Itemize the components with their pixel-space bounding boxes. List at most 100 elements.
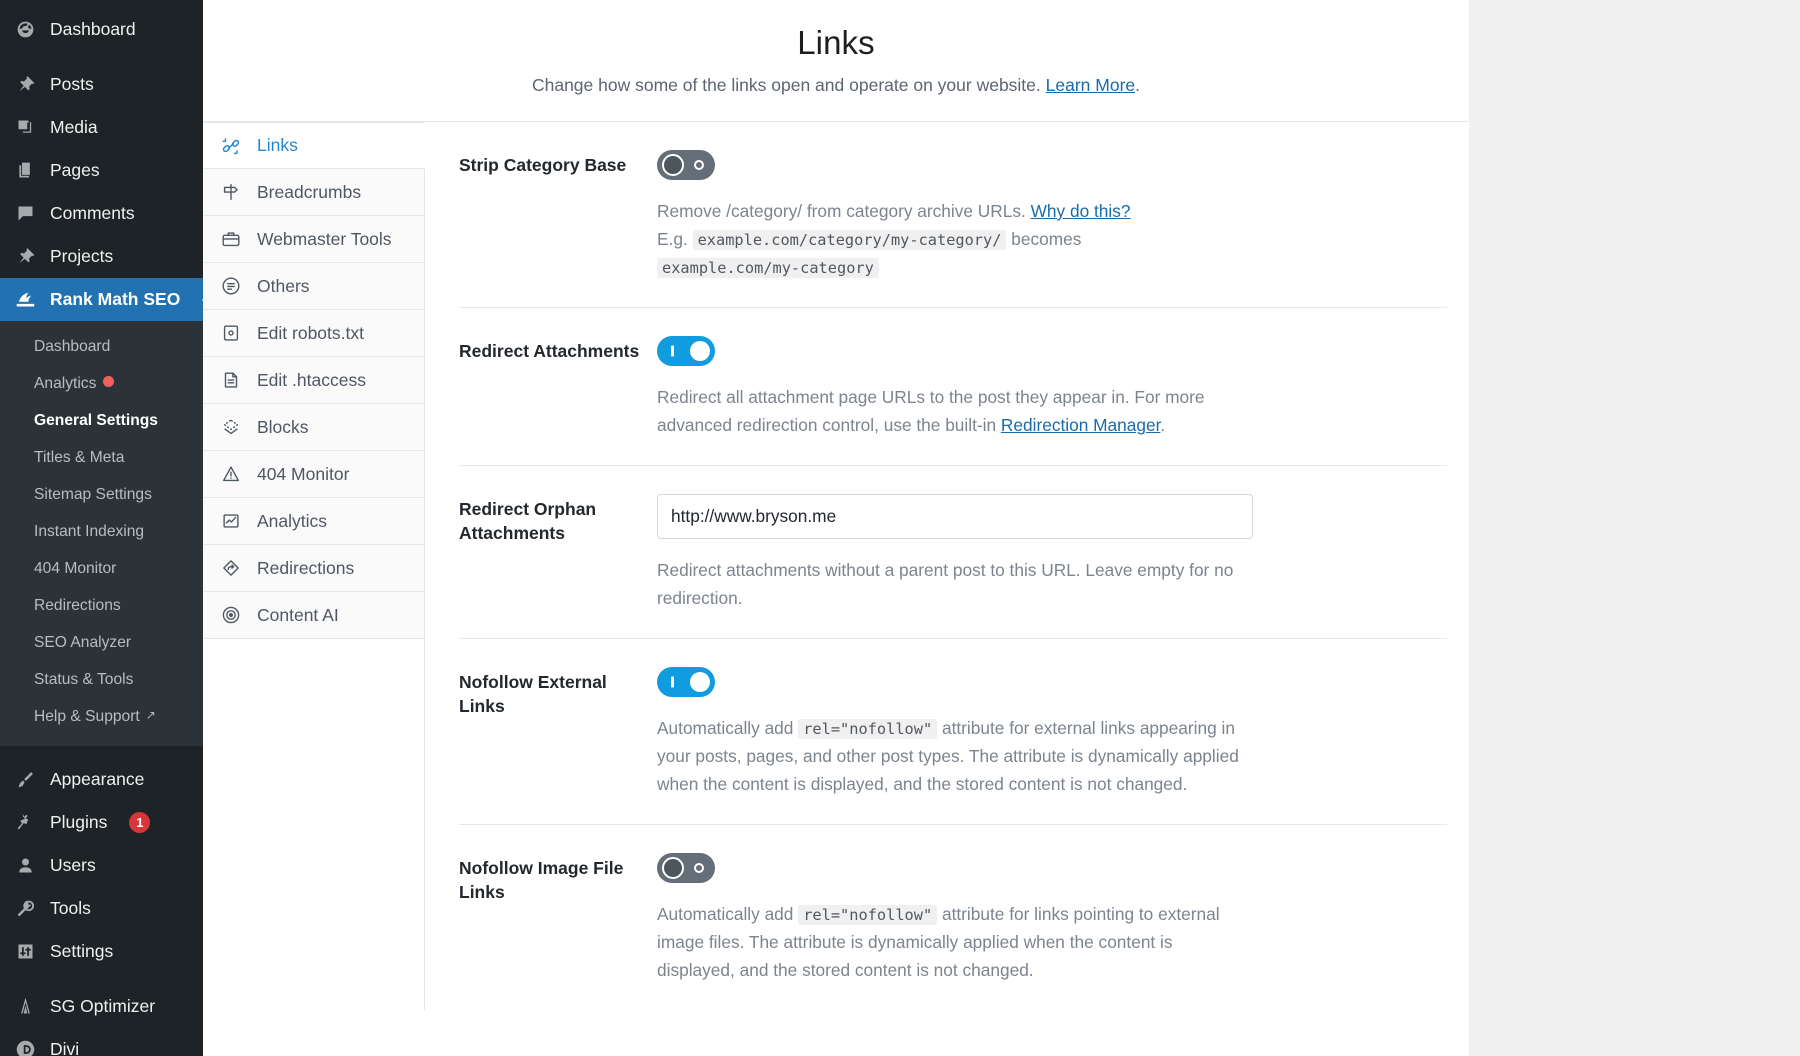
- sidebar-item-label: Settings: [50, 941, 113, 962]
- settings-panel: Strip Category Base Remove /category/ fr…: [425, 122, 1469, 1010]
- redirect-diamond-icon: [219, 556, 243, 580]
- submenu-label: Analytics: [34, 375, 96, 392]
- tab-content-ai[interactable]: Content AI: [203, 592, 424, 639]
- sidebar-item-pages[interactable]: Pages: [0, 149, 203, 192]
- sidebar-item-label: Tools: [50, 898, 91, 919]
- description-text: Automatically add: [657, 718, 798, 738]
- submenu-item-general-settings[interactable]: General Settings: [0, 402, 203, 439]
- main-area: Links Change how some of the links open …: [203, 0, 1800, 1056]
- nofollow-external-links-toggle[interactable]: [657, 667, 715, 697]
- tab-webmaster-tools[interactable]: Webmaster Tools: [203, 216, 424, 263]
- user-icon: [14, 854, 37, 877]
- wrench-icon: [14, 897, 37, 920]
- redirect-orphan-attachments-input[interactable]: [657, 494, 1253, 539]
- warning-triangle-icon: [219, 462, 243, 486]
- nofollow-image-file-links-toggle[interactable]: [657, 853, 715, 883]
- submenu-item-seo-analyzer[interactable]: SEO Analyzer: [0, 624, 203, 661]
- sidebar-item-rank-math-seo[interactable]: Rank Math SEO: [0, 278, 203, 321]
- toggle-mark-icon: [671, 677, 674, 688]
- submenu-label: Help & Support: [34, 708, 140, 725]
- why-do-this-link[interactable]: Why do this?: [1031, 201, 1131, 221]
- toggle-mark-icon: [694, 160, 704, 170]
- setting-redirect-attachments: Redirect Attachments Redirect all attach…: [459, 308, 1447, 466]
- submenu-item-dashboard[interactable]: Dashboard: [0, 328, 203, 365]
- sidebar-item-tools[interactable]: Tools: [0, 887, 203, 930]
- page-subtitle-suffix: .: [1135, 75, 1140, 95]
- sidebar-item-users[interactable]: Users: [0, 844, 203, 887]
- toggle-knob: [662, 154, 684, 176]
- toggle-knob: [690, 672, 710, 692]
- submenu-item-redirections[interactable]: Redirections: [0, 587, 203, 624]
- tab-edit-robots-txt[interactable]: Edit robots.txt: [203, 310, 424, 357]
- plugins-update-badge: 1: [129, 812, 150, 833]
- sidebar-item-settings[interactable]: Settings: [0, 930, 203, 973]
- toggle-mark-icon: [671, 346, 674, 357]
- tab-links[interactable]: Links: [203, 122, 425, 169]
- rank-math-submenu: Dashboard Analytics General Settings Tit…: [0, 321, 203, 746]
- submenu-item-instant-indexing[interactable]: Instant Indexing: [0, 513, 203, 550]
- submenu-item-titles-meta[interactable]: Titles & Meta: [0, 439, 203, 476]
- sidebar-item-label: Plugins: [50, 812, 107, 833]
- description-text: Remove /category/ from category archive …: [657, 201, 1031, 221]
- submenu-label: Titles & Meta: [34, 449, 124, 466]
- sidebar-item-label: SG Optimizer: [50, 996, 155, 1017]
- tab-blocks[interactable]: Blocks: [203, 404, 424, 451]
- admin-screen: Dashboard Posts Media Pages Comments: [0, 0, 1800, 1056]
- tab-redirections[interactable]: Redirections: [203, 545, 424, 592]
- submenu-item-404-monitor[interactable]: 404 Monitor: [0, 550, 203, 587]
- chart-icon: [219, 509, 243, 533]
- tab-404-monitor[interactable]: 404 Monitor: [203, 451, 424, 498]
- tab-label: Blocks: [257, 417, 309, 438]
- media-icon: [14, 116, 37, 139]
- sidebar-item-label: Divi: [50, 1039, 79, 1056]
- sidebar-item-label: Rank Math SEO: [50, 289, 180, 310]
- example-prefix: E.g.: [657, 229, 688, 249]
- submenu-label: Sitemap Settings: [34, 486, 152, 503]
- sidebar-item-projects[interactable]: Projects: [0, 235, 203, 278]
- sidebar-item-label: Appearance: [50, 769, 144, 790]
- sidebar-item-sg-optimizer[interactable]: SG Optimizer: [0, 985, 203, 1028]
- sidebar-item-plugins[interactable]: Plugins 1: [0, 801, 203, 844]
- submenu-label: SEO Analyzer: [34, 634, 131, 651]
- tab-others[interactable]: Others: [203, 263, 424, 310]
- toolbox-icon: [219, 227, 243, 251]
- submenu-item-analytics[interactable]: Analytics: [0, 365, 203, 402]
- setting-field: Automatically add rel="nofollow" attribu…: [657, 853, 1253, 984]
- setting-label: Strip Category Base: [459, 150, 657, 281]
- example-middle: becomes: [1011, 229, 1081, 249]
- setting-field: Redirect attachments without a parent po…: [657, 494, 1253, 612]
- setting-description: Remove /category/ from category archive …: [657, 197, 1253, 281]
- rel-nofollow-code: rel="nofollow": [798, 905, 937, 925]
- settings-body: Links Breadcrumbs Webmaster Tools: [203, 121, 1469, 1010]
- redirection-manager-link[interactable]: Redirection Manager: [1001, 415, 1160, 435]
- submenu-label: Instant Indexing: [34, 523, 144, 540]
- sidebar-item-media[interactable]: Media: [0, 106, 203, 149]
- sidebar-item-posts[interactable]: Posts: [0, 63, 203, 106]
- signpost-icon: [219, 180, 243, 204]
- sidebar-item-dashboard[interactable]: Dashboard: [0, 8, 203, 51]
- example-url-after: example.com/my-category: [657, 258, 879, 278]
- setting-redirect-orphan-attachments: Redirect Orphan Attachments Redirect att…: [459, 466, 1447, 639]
- sidebar-item-appearance[interactable]: Appearance: [0, 758, 203, 801]
- tab-analytics[interactable]: Analytics: [203, 498, 424, 545]
- description-text: Automatically add: [657, 904, 798, 924]
- example-url-before: example.com/category/my-category/: [693, 230, 1007, 250]
- strip-category-base-toggle[interactable]: [657, 150, 715, 180]
- rel-nofollow-code: rel="nofollow": [798, 719, 937, 739]
- sidebar-item-label: Comments: [50, 203, 135, 224]
- page-subtitle: Change how some of the links open and op…: [203, 75, 1469, 96]
- sidebar-item-label: Projects: [50, 246, 113, 267]
- submenu-item-status-tools[interactable]: Status & Tools: [0, 661, 203, 698]
- learn-more-link[interactable]: Learn More: [1046, 75, 1136, 95]
- sidebar-item-label: Media: [50, 117, 98, 138]
- tab-breadcrumbs[interactable]: Breadcrumbs: [203, 169, 424, 216]
- tab-edit-htaccess[interactable]: Edit .htaccess: [203, 357, 424, 404]
- setting-label: Redirect Attachments: [459, 336, 657, 439]
- redirect-attachments-toggle[interactable]: [657, 336, 715, 366]
- submenu-item-sitemap-settings[interactable]: Sitemap Settings: [0, 476, 203, 513]
- setting-label: Redirect Orphan Attachments: [459, 494, 657, 612]
- tab-label: Edit robots.txt: [257, 323, 364, 344]
- submenu-item-help-support[interactable]: Help & Support↗: [0, 698, 203, 735]
- sidebar-item-divi[interactable]: Divi: [0, 1028, 203, 1056]
- sidebar-item-comments[interactable]: Comments: [0, 192, 203, 235]
